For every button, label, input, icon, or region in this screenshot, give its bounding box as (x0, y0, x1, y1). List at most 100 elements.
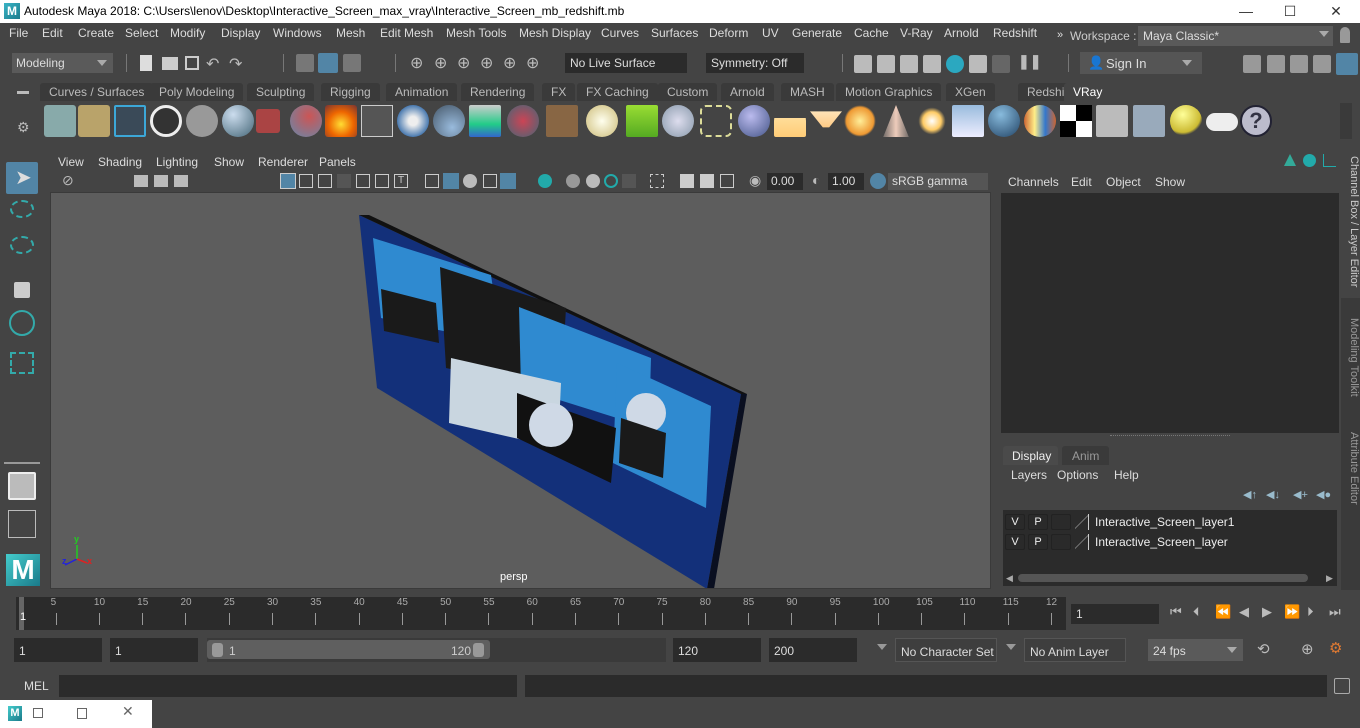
menu-overflow-button[interactable]: » (1057, 29, 1063, 41)
shelf-tab-xgen[interactable]: XGen (946, 83, 995, 101)
maximize-button[interactable]: ☐ (1272, 2, 1308, 20)
exposure-field[interactable]: 0.00 (767, 173, 803, 190)
anim-layer-field[interactable]: No Anim Layer (1024, 638, 1126, 662)
menu-file[interactable]: File (9, 26, 28, 40)
menu-arnold[interactable]: Arnold (944, 26, 979, 40)
range-start-handle[interactable] (212, 643, 223, 657)
bookmark-icon[interactable] (174, 175, 188, 187)
menu-cache[interactable]: Cache (854, 26, 889, 40)
film-gate-icon[interactable] (299, 174, 313, 188)
new-layer-from-selected-icon[interactable]: ◀● (1316, 488, 1331, 501)
layer-name[interactable]: Interactive_Screen_layer1 (1095, 515, 1234, 529)
globe-icon[interactable] (586, 105, 618, 137)
menu-modify[interactable]: Modify (170, 26, 205, 40)
snap-grid-icon[interactable]: ⊕ (410, 53, 423, 73)
close-icon[interactable]: ✕ (122, 703, 134, 720)
exposure-icon[interactable]: ◉ (749, 172, 761, 189)
shelf-tab-arnold[interactable]: Arnold (721, 83, 774, 101)
go-to-end-icon[interactable]: ⏭ (1329, 604, 1341, 620)
menu-mesh[interactable]: Mesh (336, 26, 365, 40)
playback-start-field[interactable]: 1 (110, 638, 198, 662)
tab-modeling-toolkit[interactable]: Modeling Toolkit (1341, 312, 1360, 422)
restore-icon[interactable] (33, 708, 43, 718)
maximize-icon[interactable] (77, 708, 87, 719)
symmetry-field[interactable]: Symmetry: Off (706, 53, 804, 73)
fur-icon[interactable] (662, 105, 694, 137)
splitter-handle[interactable] (1110, 435, 1230, 436)
layer-display-type-toggle[interactable] (1051, 534, 1071, 550)
attribute-editor-icon[interactable] (1290, 55, 1308, 73)
shelf-tab-animation[interactable]: Animation (386, 83, 458, 101)
step-back-frame-icon[interactable]: ⏴ (1193, 604, 1200, 620)
layer-visibility-toggle[interactable]: V (1005, 514, 1025, 530)
default-material-icon[interactable] (463, 174, 477, 188)
anim-layer-dropdown-icon[interactable] (1006, 644, 1016, 650)
minimize-button[interactable]: — (1228, 2, 1264, 20)
color-management-toggle-icon[interactable] (870, 173, 886, 189)
field-chart-icon[interactable] (356, 174, 370, 188)
smooth-shade-icon[interactable] (443, 173, 459, 189)
shelf-tab-rendering[interactable]: Rendering (461, 83, 535, 101)
gamma-field[interactable]: 1.00 (828, 173, 864, 190)
layer-color-swatch[interactable] (1075, 534, 1089, 550)
snap-point-icon[interactable]: ⊕ (457, 53, 470, 73)
scroll-left-icon[interactable]: ◀ (1006, 573, 1013, 584)
cube-icon[interactable] (397, 105, 429, 137)
layer-playback-toggle[interactable]: P (1028, 534, 1048, 550)
modeling-toolkit-icon[interactable] (1243, 55, 1261, 73)
menu-vray[interactable]: V-Ray (900, 26, 933, 40)
layer-playback-toggle[interactable]: P (1028, 514, 1048, 530)
animation-end-field[interactable]: 200 (769, 638, 857, 662)
command-input[interactable] (59, 675, 517, 697)
menu-redshift[interactable]: Redshift (993, 26, 1037, 40)
menu-uv[interactable]: UV (762, 26, 779, 40)
layer-row[interactable]: V P Interactive_Screen_layer1 (1003, 512, 1337, 532)
script-editor-icon[interactable] (1334, 678, 1350, 694)
rotate-tool-icon[interactable] (9, 310, 35, 336)
sun-icon[interactable] (916, 105, 948, 137)
layer-tab-display[interactable]: Display (1003, 446, 1058, 465)
isolate-select-icon[interactable] (650, 174, 664, 188)
cone-icon[interactable] (433, 105, 465, 137)
help-icon[interactable]: ? (1240, 105, 1272, 137)
ipr-render-icon[interactable] (900, 55, 918, 73)
viewport-menu-show[interactable]: Show (214, 155, 244, 169)
snap-curve-icon[interactable]: ⊕ (434, 53, 447, 73)
fps-select[interactable]: 24 fps (1148, 639, 1243, 661)
tab-attribute-editor[interactable]: Attribute Editor (1341, 426, 1360, 526)
resolution-gate-icon[interactable] (318, 174, 332, 188)
menu-display[interactable]: Display (221, 26, 260, 40)
document-icon[interactable] (186, 105, 218, 137)
viewport-menu-lighting[interactable]: Lighting (156, 155, 198, 169)
shelf-tab-sculpting[interactable]: Sculpting (247, 83, 315, 101)
viewport-menu-view[interactable]: View (58, 155, 84, 169)
half-dome-light-icon[interactable] (774, 105, 806, 137)
safe-action-icon[interactable] (375, 174, 389, 188)
menu-edit[interactable]: Edit (42, 26, 63, 40)
range-end-handle[interactable] (473, 643, 484, 657)
range-slider-track[interactable]: 1 120 (207, 638, 666, 662)
undo-icon[interactable]: ↶ (206, 54, 219, 74)
viewport-persp[interactable]: y z x persp (50, 192, 991, 589)
pyramid-icon[interactable] (361, 105, 393, 137)
render-setup-icon[interactable] (969, 55, 987, 73)
shelf-menu-icon[interactable] (17, 91, 29, 94)
screen-space-ao-icon[interactable] (566, 174, 580, 188)
single-perspective-view-icon[interactable] (8, 472, 36, 500)
step-forward-frame-icon[interactable]: ⏵ (1307, 604, 1314, 620)
layer-visibility-toggle[interactable]: V (1005, 534, 1025, 550)
character-set-dropdown-icon[interactable] (877, 644, 887, 650)
live-surface-field[interactable]: No Live Surface (565, 53, 687, 73)
pause-icon[interactable]: ❚❚ (1018, 53, 1041, 70)
menu-windows[interactable]: Windows (273, 26, 322, 40)
redo-icon[interactable]: ↷ (229, 54, 242, 74)
hypershade-icon[interactable] (946, 55, 964, 73)
layer-menu-layers[interactable]: Layers (1011, 468, 1047, 482)
auto-key-icon[interactable]: ⊕ (1301, 640, 1314, 658)
menu-generate[interactable]: Generate (792, 26, 842, 40)
toggle-attribute-editor-icon[interactable] (1303, 154, 1316, 167)
render-settings-icon[interactable] (923, 55, 941, 73)
layer-display-type-toggle[interactable] (1051, 514, 1071, 530)
go-to-start-icon[interactable]: ⏮ (1170, 604, 1182, 620)
sphere-light-glow-icon[interactable] (844, 105, 876, 137)
